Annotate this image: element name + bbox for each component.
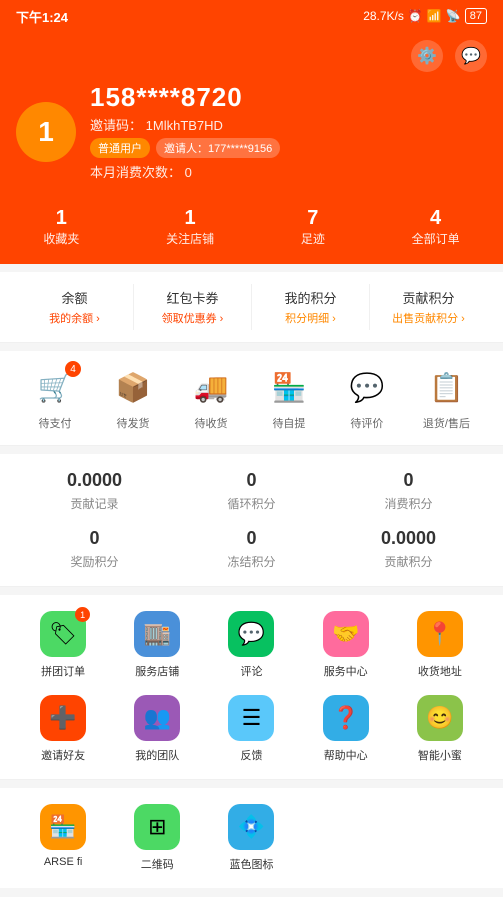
invite-icon: ➕	[40, 695, 86, 741]
header-icons-row: ⚙️ 💬	[16, 40, 487, 72]
profile-row: 1 158****8720 邀请码： 1MlkhTB7HD 普通用户 邀请人：1…	[16, 82, 487, 181]
group-order-icon: 🏷 1	[40, 611, 86, 657]
consume-count: 本月消费次数： 0	[90, 162, 487, 181]
menu-smart-bee[interactable]: 😊 智能小蜜	[393, 695, 487, 763]
divider-2	[0, 445, 503, 446]
menu-qrcode[interactable]: ⊞ 二维码	[110, 804, 204, 872]
user-type-tag: 普通用户	[90, 138, 150, 158]
my-team-icon: 👥	[134, 695, 180, 741]
points-grid: 0.0000 贡献记录 0 循环积分 0 消费积分 0 奖励积分 0 冻结积分 …	[16, 470, 487, 570]
wallet-balance[interactable]: 余额 我的余额 ›	[16, 284, 134, 330]
menu-help[interactable]: ❓ 帮助中心	[299, 695, 393, 763]
point-contribution-record: 0.0000 贡献记录	[16, 470, 173, 512]
status-bar: 下午1:24 28.7K/s ⏰ 📶 📡 87	[0, 0, 503, 32]
menu-section: 🏷 1 拼团订单 🏬 服务店铺 💬 评论 🤝 服务中心 📍 收货地址 ➕ 邀请好…	[0, 595, 503, 779]
wallet-contribution[interactable]: 贡献积分 出售贡献积分 ›	[370, 284, 487, 330]
avatar: 1	[16, 102, 76, 162]
stat-footprint[interactable]: 7 足迹	[301, 207, 325, 248]
point-cycle: 0 循环积分	[173, 470, 330, 512]
menu-grid: 🏷 1 拼团订单 🏬 服务店铺 💬 评论 🤝 服务中心 📍 收货地址 ➕ 邀请好…	[16, 611, 487, 763]
help-icon: ❓	[323, 695, 369, 741]
order-section: 🛒 4 待支付 📦 待发货 🚚 待收货 🏪 待自提	[0, 351, 503, 445]
pending-ship-icon: 📦	[116, 371, 151, 404]
header-section: ⚙️ 💬 1 158****8720 邀请码： 1MlkhTB7HD 普通用户 …	[0, 32, 503, 197]
group-order-badge: 1	[75, 607, 90, 622]
point-contribution: 0.0000 贡献积分	[330, 528, 487, 570]
inviter-tag: 邀请人：177*****9156	[156, 138, 280, 158]
order-pending-payment[interactable]: 🛒 4 待支付	[33, 365, 77, 431]
status-time: 下午1:24	[16, 7, 68, 26]
blue-menu-icon: 💠	[228, 804, 274, 850]
order-pending-ship[interactable]: 📦 待发货	[111, 365, 155, 431]
bottom-menu-grid: 🏪 ARSE fi ⊞ 二维码 💠 蓝色图标	[16, 804, 487, 872]
pending-payment-badge: 4	[65, 361, 81, 377]
divider-4	[0, 779, 503, 780]
point-consume: 0 消费积分	[330, 470, 487, 512]
menu-address[interactable]: 📍 收货地址	[393, 611, 487, 679]
divider-1	[0, 342, 503, 343]
feedback-icon: ☰	[228, 695, 274, 741]
arse-fi-icon: 🏪	[40, 804, 86, 850]
profile-info: 158****8720 邀请码： 1MlkhTB7HD 普通用户 邀请人：177…	[90, 82, 487, 181]
pending-receive-icon: 🚚	[194, 371, 229, 404]
service-center-icon: 🤝	[323, 611, 369, 657]
point-frozen: 0 冻结积分	[173, 528, 330, 570]
menu-blue-icon[interactable]: 💠 蓝色图标	[204, 804, 298, 872]
menu-arse-fi[interactable]: 🏪 ARSE fi	[16, 804, 110, 872]
stat-followed-shops[interactable]: 1 关注店铺	[166, 207, 214, 248]
invite-code: 邀请码： 1MlkhTB7HD	[90, 115, 487, 134]
menu-my-team[interactable]: 👥 我的团队	[110, 695, 204, 763]
order-returns[interactable]: 📋 退货/售后	[423, 365, 470, 431]
speed-indicator: 28.7K/s	[363, 9, 404, 23]
tags-row: 普通用户 邀请人：177*****9156	[90, 138, 487, 158]
menu-invite[interactable]: ➕ 邀请好友	[16, 695, 110, 763]
stat-all-orders[interactable]: 4 全部订单	[412, 207, 460, 248]
comment-icon: 💬	[228, 611, 274, 657]
alarm-icon: ⏰	[408, 9, 423, 23]
stat-favorites[interactable]: 1 收藏夹	[43, 207, 79, 248]
menu-feedback[interactable]: ☰ 反馈	[204, 695, 298, 763]
menu-service-center[interactable]: 🤝 服务中心	[299, 611, 393, 679]
status-icons: 28.7K/s ⏰ 📶 📡 87	[363, 8, 487, 24]
returns-icon: 📋	[429, 371, 464, 404]
stats-row: 1 收藏夹 1 关注店铺 7 足迹 4 全部订单	[0, 197, 503, 264]
wifi-icon: 📡	[446, 9, 461, 23]
divider-3	[0, 586, 503, 587]
order-pending-review[interactable]: 💬 待评价	[345, 365, 389, 431]
pending-payment-icon: 🛒	[38, 371, 73, 404]
point-reward: 0 奖励积分	[16, 528, 173, 570]
wallet-section: 余额 我的余额 › 红包卡券 领取优惠券 › 我的积分 积分明细 › 贡献积分 …	[0, 272, 503, 342]
message-button[interactable]: 💬	[455, 40, 487, 72]
pending-pickup-icon: 🏪	[272, 371, 307, 404]
phone-number: 158****8720	[90, 82, 487, 113]
menu-comment[interactable]: 💬 评论	[204, 611, 298, 679]
order-pending-receive[interactable]: 🚚 待收货	[189, 365, 233, 431]
signal-icon: 📶	[427, 9, 442, 23]
battery-icon: 87	[465, 8, 487, 24]
menu-group-order[interactable]: 🏷 1 拼团订单	[16, 611, 110, 679]
order-icons-row: 🛒 4 待支付 📦 待发货 🚚 待收货 🏪 待自提	[16, 365, 487, 431]
menu-service-shop[interactable]: 🏬 服务店铺	[110, 611, 204, 679]
service-shop-icon: 🏬	[134, 611, 180, 657]
settings-button[interactable]: ⚙️	[411, 40, 443, 72]
address-icon: 📍	[417, 611, 463, 657]
order-pending-pickup[interactable]: 🏪 待自提	[267, 365, 311, 431]
qrcode-icon: ⊞	[134, 804, 180, 850]
bottom-section: 🏪 ARSE fi ⊞ 二维码 💠 蓝色图标	[0, 788, 503, 888]
pending-review-icon: 💬	[349, 371, 384, 404]
wallet-coupon[interactable]: 红包卡券 领取优惠券 ›	[134, 284, 252, 330]
points-section: 0.0000 贡献记录 0 循环积分 0 消费积分 0 奖励积分 0 冻结积分 …	[0, 454, 503, 586]
smart-bee-icon: 😊	[417, 695, 463, 741]
wallet-points[interactable]: 我的积分 积分明细 ›	[252, 284, 370, 330]
